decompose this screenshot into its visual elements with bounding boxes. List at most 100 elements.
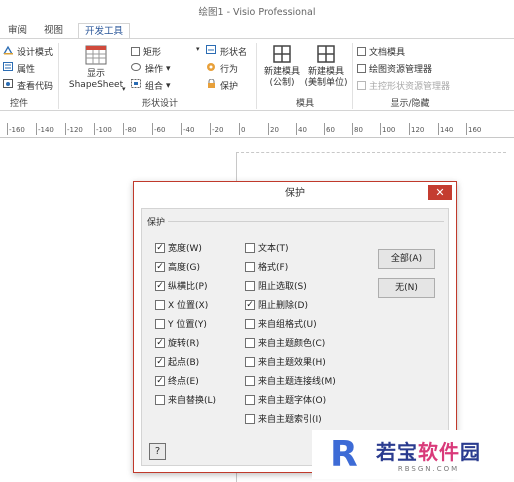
ribbon-tabs: 审阅 视图 开发工具: [0, 22, 514, 40]
from-theme-fonts-checkbox[interactable]: 来自主题字体(O): [245, 393, 326, 406]
tab-view[interactable]: 视图: [44, 24, 63, 39]
checkbox-checked-icon: ✓: [155, 261, 165, 272]
horizontal-ruler: -160 -140 -120 -100 -80 -60 -40 -20 0 20…: [0, 122, 514, 138]
checkbox-icon: [155, 299, 165, 310]
checkbox-icon: [357, 47, 366, 56]
checkbox-icon: [245, 242, 255, 253]
show-hide-group-label: 显示/隐藏: [390, 99, 430, 109]
window-title: 绘图1 - Visio Professional: [198, 7, 316, 18]
checkbox-icon: [245, 261, 255, 272]
checkbox-checked-icon: ✓: [155, 375, 165, 386]
ruler-tick: -160: [7, 123, 25, 135]
text-checkbox[interactable]: 文本(T): [245, 241, 289, 254]
begin-point-checkbox[interactable]: ✓ 起点(B): [155, 355, 199, 368]
chevron-down-icon: ▾: [196, 45, 200, 53]
behavior-button[interactable]: 行为: [206, 62, 238, 75]
close-icon[interactable]: ✕: [428, 185, 452, 200]
properties-button[interactable]: 属性: [3, 62, 35, 75]
rectangle-button[interactable]: 矩形: [131, 45, 161, 58]
from-theme-effects-checkbox[interactable]: 来自主题效果(H): [245, 355, 326, 368]
width-checkbox[interactable]: ✓ 宽度(W): [155, 241, 202, 254]
ruler-tick: 20: [268, 123, 279, 135]
shape-design-group-label: 形状设计: [141, 99, 178, 109]
view-code-icon: [3, 79, 14, 92]
checkbox-checked-icon: ✓: [155, 356, 165, 367]
x-position-checkbox[interactable]: X 位置(X): [155, 298, 208, 311]
protection-button[interactable]: 保护: [206, 78, 238, 92]
watermark: R 若宝软件园 RBSGN.COM: [312, 430, 514, 479]
from-theme-colors-checkbox[interactable]: 来自主题颜色(C): [245, 336, 325, 349]
from-group-format-checkbox[interactable]: 来自组格式(U): [245, 317, 317, 330]
dialog-body: 保护 ✓ 宽度(W) ✓ 高度(G) ✓ 纵横比(P) X 位置(X) Y 位置…: [141, 208, 449, 466]
ruler-tick: -120: [65, 123, 83, 135]
protection-group-label: 保护: [147, 218, 166, 228]
stencil-icon: [303, 45, 349, 67]
group-separator: [58, 43, 59, 109]
checkbox-checked-icon: ✓: [155, 242, 165, 253]
format-checkbox[interactable]: 格式(F): [245, 260, 288, 273]
ruler-tick: 140: [437, 123, 454, 135]
group-icon: [131, 79, 142, 92]
new-stencil-metric-button[interactable]: 新建模具 (公制): [261, 45, 303, 89]
prevent-select-checkbox[interactable]: 阻止选取(S): [245, 279, 307, 292]
master-explorer-checkbox: 主控形状资源管理器: [357, 79, 450, 92]
from-replace-checkbox[interactable]: 来自替换(L): [155, 393, 216, 406]
checkbox-icon: [155, 318, 165, 329]
drawing-explorer-checkbox[interactable]: 绘图资源管理器: [357, 62, 432, 75]
view-code-button[interactable]: 查看代码: [3, 79, 53, 92]
document-stencil-checkbox[interactable]: 文档模具: [357, 45, 405, 58]
prevent-delete-checkbox[interactable]: ✓ 阻止删除(D): [245, 298, 308, 311]
new-stencil-us-button[interactable]: 新建模具 (美制单位): [303, 45, 349, 89]
design-mode-icon: [3, 45, 14, 58]
checkbox-checked-icon: ✓: [245, 299, 255, 310]
checkbox-icon: [245, 337, 255, 348]
end-point-checkbox[interactable]: ✓ 终点(E): [155, 374, 199, 387]
group-divider: [168, 221, 444, 222]
ruler-tick: 160: [465, 123, 482, 135]
ruler-tick: 40: [296, 123, 307, 135]
chevron-down-icon: ▾: [122, 85, 126, 93]
checkbox-icon: [245, 375, 255, 386]
chevron-down-icon: ▾: [166, 80, 171, 91]
aspect-ratio-checkbox[interactable]: ✓ 纵横比(P): [155, 279, 207, 292]
tab-review[interactable]: 审阅: [8, 24, 27, 39]
lock-icon: [206, 78, 217, 92]
group-separator: [256, 43, 257, 109]
design-mode-button[interactable]: 设计模式: [3, 45, 53, 58]
checkbox-icon: [357, 64, 366, 73]
group-button[interactable]: 组合 ▾: [131, 79, 171, 92]
ruler-tick: 60: [324, 123, 335, 135]
show-shapesheet-button[interactable]: 显示 ShapeSheet: [66, 45, 126, 91]
ruler-tick: 120: [408, 123, 425, 135]
checkbox-icon: [245, 280, 255, 291]
checkbox-checked-icon: ✓: [155, 337, 165, 348]
checkbox-icon: [245, 318, 255, 329]
ruler-tick: -60: [151, 123, 166, 135]
behavior-icon: [206, 62, 217, 75]
from-theme-connectors-checkbox[interactable]: 来自主题连接线(M): [245, 374, 336, 387]
shapesheet-icon: [66, 45, 126, 69]
ruler-tick: -100: [94, 123, 112, 135]
checkbox-checked-icon: ✓: [155, 280, 165, 291]
group-separator: [352, 43, 353, 109]
watermark-url: RBSGN.COM: [397, 465, 460, 473]
stencil-group-label: 模具: [295, 99, 314, 109]
shape-name-button[interactable]: 形状名: [206, 45, 247, 58]
operations-button[interactable]: 操作 ▾: [131, 62, 171, 75]
window-title-bar: 绘图1 - Visio Professional: [0, 0, 514, 22]
from-theme-index-checkbox[interactable]: 来自主题索引(I): [245, 412, 322, 425]
select-none-button[interactable]: 无(N): [378, 278, 435, 298]
help-icon[interactable]: ?: [149, 443, 166, 460]
y-position-checkbox[interactable]: Y 位置(Y): [155, 317, 207, 330]
stencil-icon: [261, 45, 303, 67]
height-checkbox[interactable]: ✓ 高度(G): [155, 260, 200, 273]
rectangle-icon: [131, 47, 140, 56]
dialog-title: 保护: [285, 188, 305, 199]
shape-name-icon: [206, 45, 217, 58]
ruler-tick: 80: [352, 123, 363, 135]
select-all-button[interactable]: 全部(A): [378, 249, 435, 269]
rotation-checkbox[interactable]: ✓ 旋转(R): [155, 336, 199, 349]
properties-icon: [3, 62, 14, 75]
checkbox-icon: [245, 413, 255, 424]
controls-group-label: 控件: [9, 99, 28, 109]
